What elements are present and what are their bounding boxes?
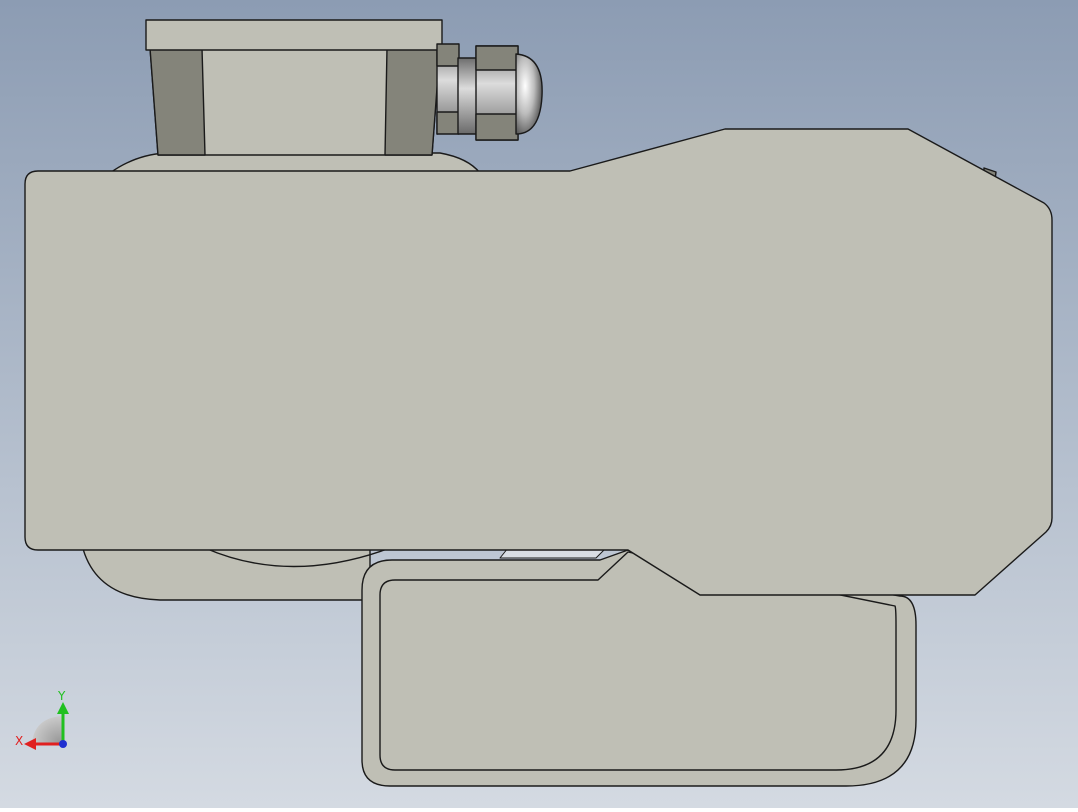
- rear-housing-upper: [109, 152, 481, 174]
- gland-base-nut-bottom: [436, 111, 460, 135]
- triad-x-label: X: [15, 734, 23, 748]
- cad-model-view: X Y: [0, 0, 1078, 808]
- terminal-box-shade-right: [384, 47, 441, 156]
- rear-housing-lower: [81, 544, 371, 601]
- gland-base-nut-top: [436, 43, 460, 67]
- cable-gland: [436, 43, 543, 141]
- gland-cap-nut-top: [475, 45, 519, 71]
- gland-cap-nut-bottom: [475, 113, 519, 141]
- triad-z-origin: [59, 740, 67, 748]
- cad-viewport[interactable]: X Y: [0, 0, 1078, 808]
- triad-y-label: Y: [57, 689, 66, 703]
- main-housing: [24, 128, 1053, 596]
- terminal-box-shade-left: [149, 47, 206, 156]
- terminal-box-lid: [145, 19, 443, 51]
